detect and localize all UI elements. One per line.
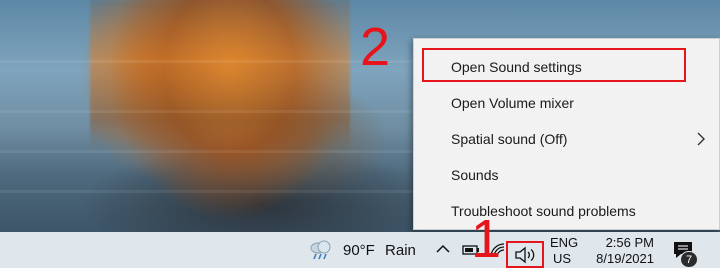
rain-cloud-icon[interactable] (308, 239, 334, 261)
language-indicator[interactable]: ENG US (550, 235, 579, 267)
clock-date: 8/19/2021 (596, 251, 654, 266)
annotation-step-1: 1 (471, 209, 502, 268)
menu-item-open-volume-mixer[interactable]: Open Volume mixer (414, 85, 719, 121)
menu-item-label: Sounds (451, 167, 499, 183)
menu-item-label: Open Volume mixer (451, 95, 574, 111)
menu-item-spatial-sound[interactable]: Spatial sound (Off) (414, 121, 719, 157)
taskbar: 90°F Rain ENG US 2:56 PM 8/19/2021 (0, 232, 720, 268)
menu-item-label: Spatial sound (Off) (451, 131, 568, 147)
chevron-right-icon (697, 132, 705, 146)
chevron-up-icon[interactable] (435, 241, 451, 257)
weather-temperature: 90°F (343, 242, 375, 259)
notification-count-badge: 7 (680, 251, 698, 268)
annotation-highlight-box (422, 48, 686, 82)
weather-condition: Rain (385, 242, 416, 259)
wallpaper-reflection (90, 0, 350, 150)
annotation-step-2: 2 (360, 17, 391, 77)
annotation-volume-highlight (506, 241, 544, 268)
taskbar-clock[interactable]: 2:56 PM 8/19/2021 (588, 235, 654, 267)
weather-widget[interactable]: 90°F Rain (343, 242, 416, 259)
clock-time: 2:56 PM (605, 235, 654, 250)
menu-item-sounds[interactable]: Sounds (414, 157, 719, 193)
menu-item-troubleshoot[interactable]: Troubleshoot sound problems (414, 193, 719, 229)
language-code: ENG (550, 235, 579, 250)
language-region: US (552, 251, 572, 266)
